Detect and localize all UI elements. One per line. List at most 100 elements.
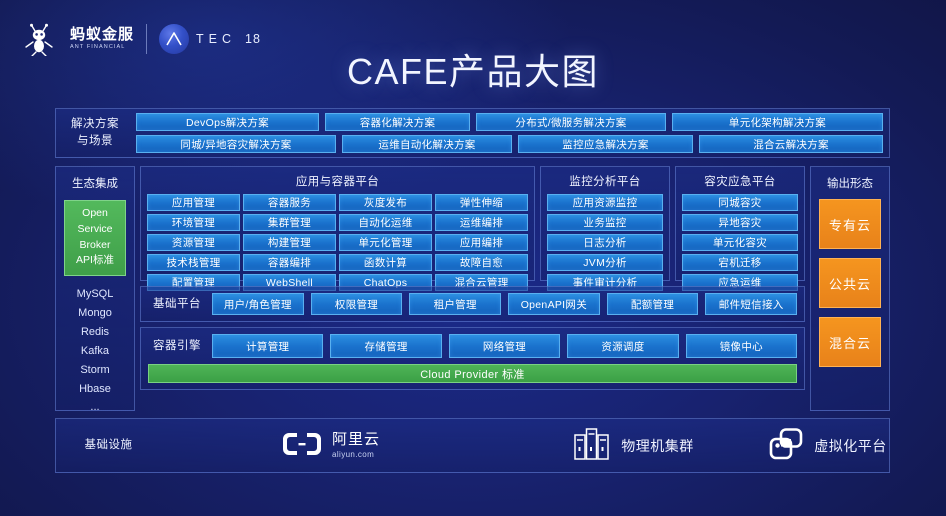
dr-item-unitized[interactable]: 单元化容灾 [682, 234, 798, 251]
app-container-platform: 应用与容器平台 应用管理 容器服务 灰度发布 弹性伸缩 环境管理 集群管理 自动… [140, 166, 535, 291]
list-item: Kafka [80, 344, 110, 357]
base-platform-label: 基础平台 [153, 297, 201, 310]
app-platform-title: 应用与容器平台 [295, 176, 380, 188]
infra-aliyun: 阿里云 aliyun.com [161, 431, 501, 460]
aliyun-cn: 阿里云 [331, 430, 380, 448]
app-item-environment-mgmt[interactable]: 环境管理 [147, 214, 240, 231]
base-item-user-role-mgmt[interactable]: 用户/角色管理 [212, 293, 304, 315]
app-item-container-service[interactable]: 容器服务 [243, 194, 336, 211]
monitor-platform-grid: 应用资源监控 业务监控 日志分析 JVM分析 事件审计分析 [547, 194, 663, 291]
page-title: CAFE产品大图 [346, 51, 599, 92]
app-item-resource-mgmt[interactable]: 资源管理 [147, 234, 240, 251]
monitor-item-business[interactable]: 业务监控 [547, 214, 663, 231]
engine-item-image-registry[interactable]: 镜像中心 [685, 334, 798, 358]
app-item-tech-stack-mgmt[interactable]: 技术栈管理 [147, 254, 240, 271]
app-item-build-mgmt[interactable]: 构建管理 [243, 234, 336, 251]
app-item-container-orchestration[interactable]: 容器编排 [243, 254, 336, 271]
dr-platform-grid: 同城容灾 异地容灾 单元化容灾 宕机迁移 应急运维 [682, 194, 798, 291]
infra-physical-cluster: 物理机集群 [501, 427, 766, 464]
server-rack-icon [573, 427, 611, 464]
app-item-ops-automation[interactable]: 自动化运维 [339, 214, 432, 231]
monitor-item-app-resource[interactable]: 应用资源监控 [547, 194, 663, 211]
solution-devops[interactable]: DevOps解决方案 [136, 113, 319, 131]
solutions-rows: DevOps解决方案 容器化解决方案 分布式/微服务解决方案 单元化架构解决方案… [134, 109, 889, 157]
container-engine-section: 容器引擎 计算管理 存储管理 网络管理 资源调度 镜像中心 Cloud Prov… [140, 327, 805, 390]
engine-item-storage-mgmt[interactable]: 存储管理 [330, 334, 442, 358]
solution-unitized-architecture[interactable]: 单元化架构解决方案 [672, 113, 883, 131]
list-item: Mongo [78, 306, 112, 319]
app-item-app-orchestration[interactable]: 应用编排 [435, 234, 528, 251]
app-item-self-healing[interactable]: 故障自愈 [435, 254, 528, 271]
output-public-cloud[interactable]: 公共云 [819, 258, 881, 308]
solutions-section: 解决方案 与场景 DevOps解决方案 容器化解决方案 分布式/微服务解决方案 … [55, 108, 890, 158]
container-engine-label: 容器引擎 [153, 339, 201, 352]
list-item: MySQL [76, 288, 114, 300]
base-item-quota-mgmt[interactable]: 配额管理 [606, 293, 699, 315]
solution-hybrid-cloud[interactable]: 混合云解决方案 [699, 135, 883, 153]
virtualization-logo-icon [768, 428, 804, 463]
app-item-cluster-mgmt[interactable]: 集群管理 [243, 214, 336, 231]
app-item-elastic-scaling[interactable]: 弹性伸缩 [435, 194, 528, 211]
base-platform-items: 用户/角色管理 权限管理 租户管理 OpenAPI网关 配额管理 邮件短信接入 [212, 293, 798, 315]
platform-row: 应用与容器平台 应用管理 容器服务 灰度发布 弹性伸缩 环境管理 集群管理 自动… [140, 166, 805, 291]
ant-financial-cn: 蚂蚁金服 [70, 26, 135, 44]
infrastructure-label: 基础设施 [84, 439, 133, 452]
app-item-unitization-mgmt[interactable]: 单元化管理 [339, 234, 432, 251]
base-platform-section: 基础平台 用户/角色管理 权限管理 租户管理 OpenAPI网关 配额管理 邮件… [140, 286, 805, 322]
monitor-platform-title: 监控分析平台 [569, 176, 641, 188]
output-title: 输出形态 [827, 178, 873, 190]
infrastructure-section: 基础设施 阿里云 aliyun.com 物理机集群 虚拟化平台 [55, 418, 890, 473]
base-item-permission-mgmt[interactable]: 权限管理 [310, 293, 403, 315]
engine-item-resource-scheduling[interactable]: 资源调度 [567, 334, 679, 358]
infrastructure-items: 阿里云 aliyun.com 物理机集群 虚拟化平台 [161, 427, 889, 464]
slide-background: 蚂蚁金服 ANT FINANCIAL TEC 18 CAFE产品大图 解决方案 … [0, 0, 946, 516]
list-item: ... [90, 401, 100, 414]
dr-item-same-city[interactable]: 同城容灾 [682, 194, 798, 211]
base-item-openapi-gateway[interactable]: OpenAPI网关 [508, 293, 600, 315]
app-item-function-compute[interactable]: 函数计算 [339, 254, 432, 271]
infra-virtualization: 虚拟化平台 [766, 428, 889, 463]
dr-item-remote[interactable]: 异地容灾 [682, 214, 798, 231]
list-item: Storm [80, 363, 110, 376]
aliyun-logo-icon [282, 431, 322, 460]
solution-microservice[interactable]: 分布式/微服务解决方案 [476, 113, 666, 131]
monitor-item-jvm-analysis[interactable]: JVM分析 [547, 254, 663, 271]
virtualization-label: 虚拟化平台 [814, 437, 887, 454]
physical-cluster-label: 物理机集群 [621, 437, 694, 454]
ecosystem-column: 生态集成 Open Service Broker API标准 MySQL Mon… [55, 166, 135, 413]
list-item: Hbase [79, 382, 111, 395]
app-platform-grid: 应用管理 容器服务 灰度发布 弹性伸缩 环境管理 集群管理 自动化运维 运维编排… [147, 194, 528, 291]
base-item-tenant-mgmt[interactable]: 租户管理 [409, 293, 502, 315]
monitor-item-log-analysis[interactable]: 日志分析 [547, 234, 663, 251]
monitoring-analysis-platform: 监控分析平台 应用资源监控 业务监控 日志分析 JVM分析 事件审计分析 [540, 166, 670, 291]
list-item: Redis [80, 325, 110, 338]
app-item-gray-release[interactable]: 灰度发布 [339, 194, 432, 211]
dr-platform-title: 容灾应急平台 [704, 176, 776, 188]
open-service-broker-box: Open Service Broker API标准 [64, 200, 126, 276]
container-engine-row: 容器引擎 计算管理 存储管理 网络管理 资源调度 镜像中心 [141, 328, 804, 364]
solution-ops-automation[interactable]: 运维自动化解决方案 [342, 135, 512, 153]
disaster-recovery-platform: 容灾应急平台 同城容灾 异地容灾 单元化容灾 宕机迁移 应急运维 [675, 166, 805, 291]
cloud-provider-standard-bar: Cloud Provider 标准 [148, 364, 797, 383]
solution-disaster-recovery[interactable]: 同城/异地容灾解决方案 [136, 135, 336, 153]
middle-region: 生态集成 Open Service Broker API标准 MySQL Mon… [55, 166, 890, 413]
output-private-cloud[interactable]: 专有云 [819, 199, 881, 249]
output-form-column: 输出形态 专有云 公共云 混合云 [810, 166, 890, 411]
solutions-label: 解决方案 与场景 [71, 118, 119, 147]
aliyun-wordmark: 阿里云 aliyun.com [332, 432, 380, 459]
center-column: 应用与容器平台 应用管理 容器服务 灰度发布 弹性伸缩 环境管理 集群管理 自动… [140, 166, 805, 411]
container-engine-items: 计算管理 存储管理 网络管理 资源调度 镜像中心 [212, 334, 798, 358]
ecosystem-title: 生态集成 [72, 178, 118, 190]
solutions-row-2: 同城/异地容灾解决方案 运维自动化解决方案 监控应急解决方案 混合云解决方案 [136, 135, 883, 153]
app-item-application-mgmt[interactable]: 应用管理 [147, 194, 240, 211]
base-item-mail-sms[interactable]: 邮件短信接入 [705, 293, 798, 315]
solutions-row-1: DevOps解决方案 容器化解决方案 分布式/微服务解决方案 单元化架构解决方案 [136, 113, 883, 131]
engine-item-compute-mgmt[interactable]: 计算管理 [212, 334, 324, 358]
aliyun-en: aliyun.com [331, 449, 375, 459]
app-item-ops-orchestration[interactable]: 运维编排 [435, 214, 528, 231]
engine-item-network-mgmt[interactable]: 网络管理 [448, 334, 561, 358]
solution-monitoring-emergency[interactable]: 监控应急解决方案 [518, 135, 693, 153]
solution-containerization[interactable]: 容器化解决方案 [325, 113, 470, 131]
output-hybrid-cloud[interactable]: 混合云 [819, 317, 881, 367]
dr-item-crash-migration[interactable]: 宕机迁移 [682, 254, 798, 271]
